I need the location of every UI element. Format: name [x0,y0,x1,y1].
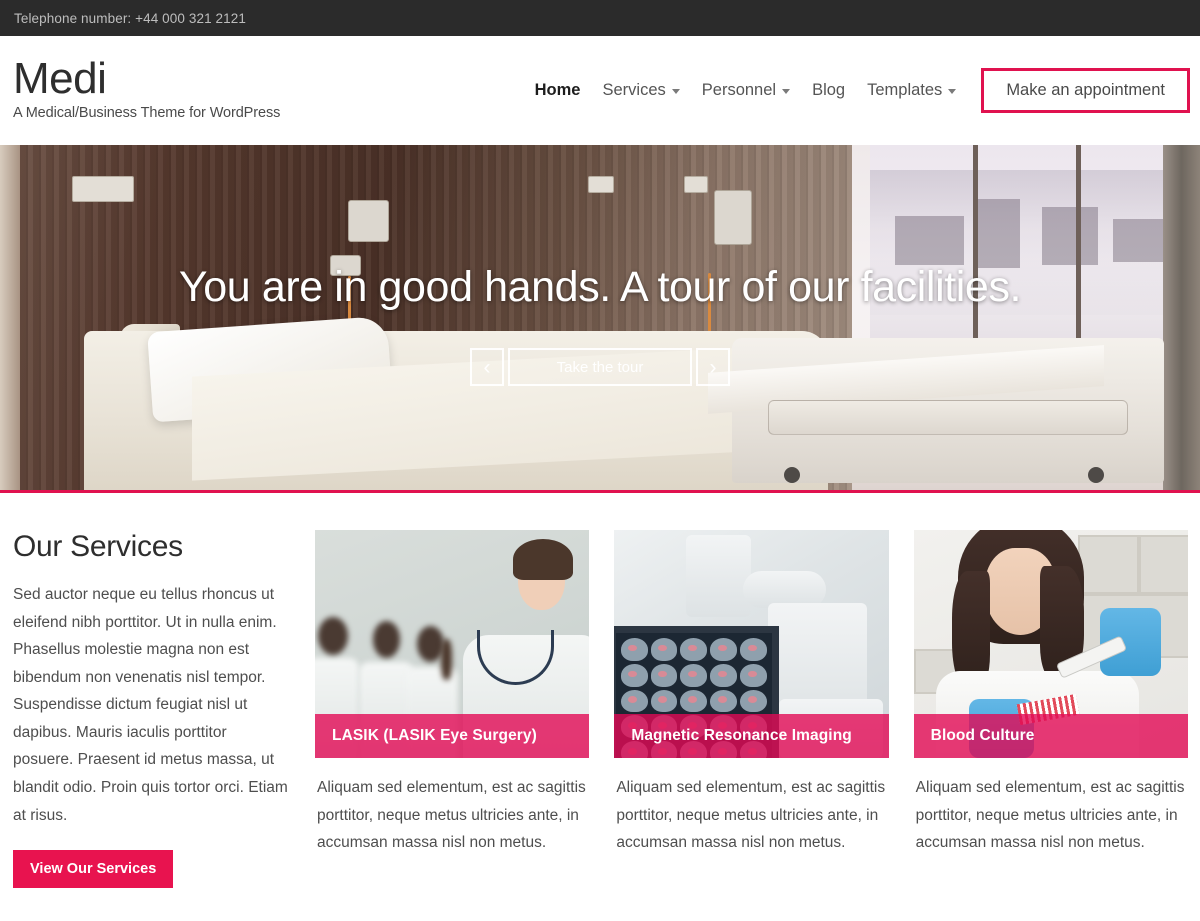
service-card[interactable]: LASIK (LASIK Eye Surgery) Aliquam sed el… [315,530,590,857]
service-card-label: Magnetic Resonance Imaging [614,714,889,758]
chevron-down-icon [948,89,957,94]
nav-item-templates[interactable]: Templates [856,81,967,100]
service-card-description: Aliquam sed elementum, est ac sagittis p… [915,779,1185,852]
services-intro-text: Sed auctor neque eu tellus rhoncus ut el… [13,586,288,824]
site-tagline: A Medical/Business Theme for WordPress [13,104,281,121]
nav-item-blog[interactable]: Blog [801,81,856,100]
service-card-description: Aliquam sed elementum, est ac sagittis p… [616,779,886,852]
view-our-services-button[interactable]: View Our Services [13,850,174,889]
primary-navigation: Home Services Personnel Blog Templates M… [524,68,1190,113]
site-branding[interactable]: Medi A Medical/Business Theme for WordPr… [13,53,281,124]
service-card-description: Aliquam sed elementum, est ac sagittis p… [317,779,586,852]
nav-item-label: Services [602,81,666,99]
site-title: Medi [13,53,107,103]
service-card-image-doctors: LASIK (LASIK Eye Surgery) [315,530,590,758]
chevron-down-icon [782,89,791,94]
nav-item-label: Personnel [701,81,777,99]
service-card-label: LASIK (LASIK Eye Surgery) [315,714,590,758]
nav-item-label: Home [534,81,581,99]
service-card[interactable]: Blood Culture Aliquam sed elementum, est… [913,530,1188,857]
services-section: Our Services Sed auctor neque eu tellus … [0,493,1200,889]
hero-prev-arrow-icon[interactable]: ‹ [470,348,504,386]
service-card-image-mri: Magnetic Resonance Imaging [614,530,889,758]
site-header: Medi A Medical/Business Theme for WordPr… [0,36,1200,145]
hero-next-arrow-icon[interactable]: › [696,348,730,386]
hero-slider: You are in good hands. A tour of our fac… [0,145,1200,493]
hero-controls: ‹ Take the tour › [470,348,730,386]
service-card-label: Blood Culture [913,714,1188,758]
nav-item-services[interactable]: Services [591,81,690,100]
service-card[interactable]: Magnetic Resonance Imaging Aliquam sed e… [614,530,889,857]
services-heading: Our Services [13,530,183,563]
hero-overlay: You are in good hands. A tour of our fac… [0,145,1200,490]
service-card-image-lab: Blood Culture [913,530,1188,758]
take-the-tour-button[interactable]: Take the tour [508,348,692,386]
nav-item-personnel[interactable]: Personnel [691,81,801,100]
services-intro: Our Services Sed auctor neque eu tellus … [13,530,290,889]
hero-headline: You are in good hands. A tour of our fac… [178,263,1022,311]
service-cards: LASIK (LASIK Eye Surgery) Aliquam sed el… [315,530,1188,857]
make-an-appointment-button[interactable]: Make an appointment [981,68,1190,113]
nav-item-label: Templates [867,81,943,99]
top-bar: Telephone number: +44 000 321 2121 [0,0,1200,36]
nav-item-home[interactable]: Home [524,81,592,100]
nav-item-label: Blog [812,81,846,99]
chevron-down-icon [671,89,680,94]
telephone-number: Telephone number: +44 000 321 2121 [14,10,246,26]
